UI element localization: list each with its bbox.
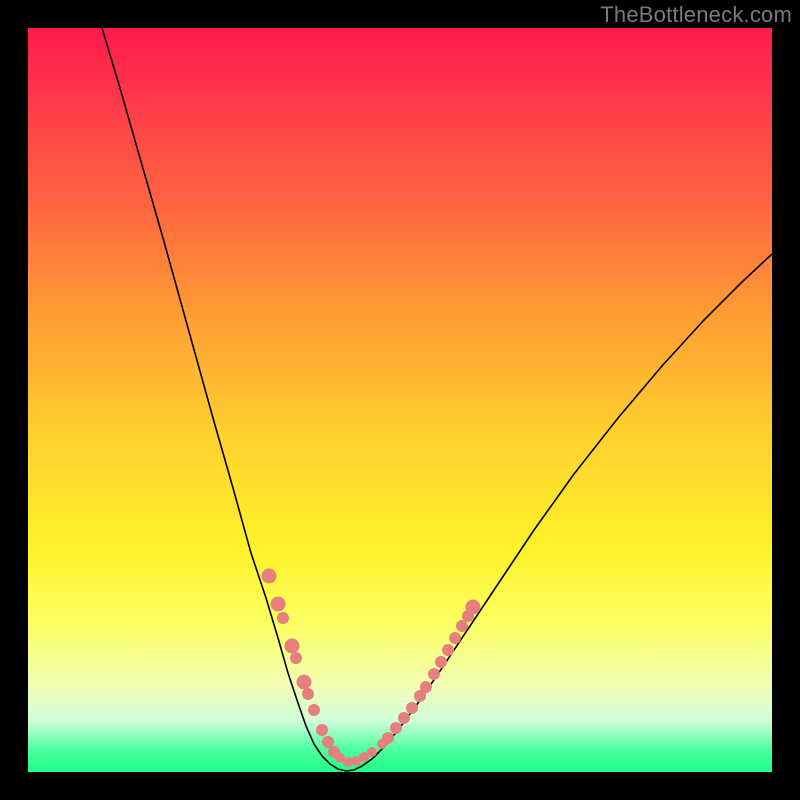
data-point xyxy=(435,656,447,668)
data-point xyxy=(398,712,410,724)
data-point xyxy=(406,702,418,714)
data-point xyxy=(262,569,277,584)
data-point xyxy=(271,597,286,612)
data-point xyxy=(322,736,334,748)
watermark-text: TheBottleneck.com xyxy=(600,2,792,28)
data-point xyxy=(285,639,300,654)
data-point xyxy=(456,620,468,632)
chart-frame: TheBottleneck.com xyxy=(0,0,800,800)
data-point xyxy=(382,732,394,744)
data-point xyxy=(449,632,461,644)
data-point xyxy=(308,704,320,716)
data-point xyxy=(367,747,377,757)
data-point xyxy=(390,722,402,734)
data-points-group xyxy=(262,569,481,768)
data-point xyxy=(442,644,454,656)
data-point xyxy=(277,612,289,624)
data-point xyxy=(290,652,302,664)
curve-left-branch xyxy=(102,28,346,771)
plot-area xyxy=(28,28,772,772)
data-point xyxy=(428,668,440,680)
data-point xyxy=(466,600,481,615)
data-point xyxy=(316,724,328,736)
curve-right-branch xyxy=(346,254,772,771)
data-point xyxy=(420,681,432,693)
data-point xyxy=(302,688,314,700)
data-point xyxy=(297,675,312,690)
bottleneck-curve xyxy=(28,28,772,772)
